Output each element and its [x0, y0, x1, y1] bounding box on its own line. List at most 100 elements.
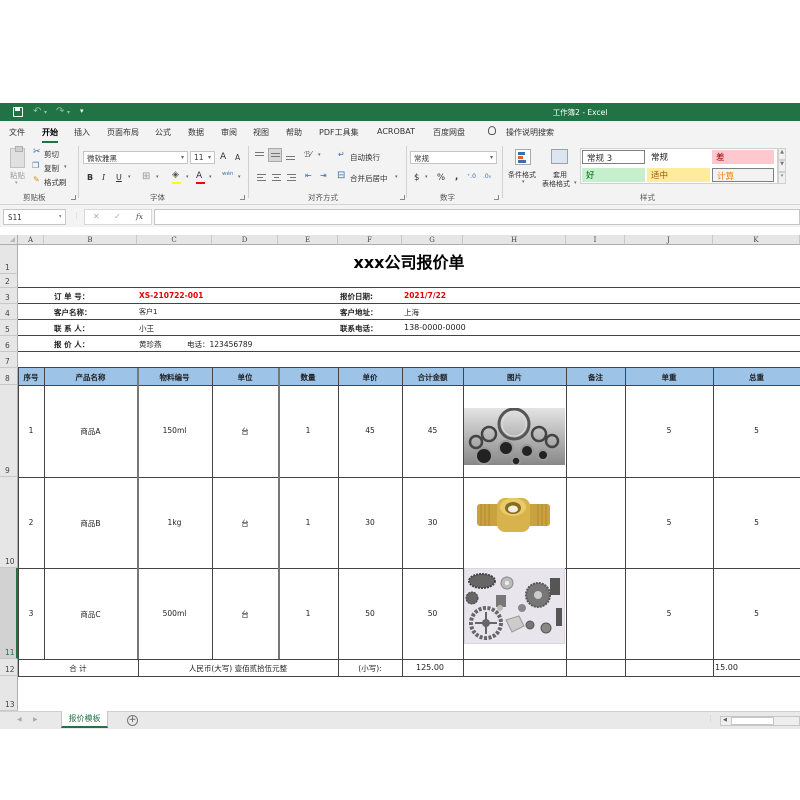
splitter-handle[interactable]: ⋮ [73, 212, 80, 220]
row-header-5[interactable]: 5 [0, 320, 18, 336]
fill-color-dropdown-icon[interactable]: ▾ [186, 174, 189, 180]
row-header-11[interactable]: 11 [0, 568, 18, 659]
column-header-g[interactable]: G [402, 235, 463, 245]
row-header-9[interactable]: 9 [0, 385, 18, 477]
tab-pdf-tools[interactable]: PDF工具集 [319, 127, 359, 138]
table-cell-name[interactable]: 商品B [44, 518, 137, 529]
table-cell-price[interactable]: 30 [338, 518, 402, 527]
tab-formulas[interactable]: 公式 [155, 127, 171, 138]
format-as-table-dropdown-icon[interactable]: ▾ [574, 180, 577, 186]
decrease-indent-icon[interactable]: ⇤ [305, 171, 312, 180]
column-header-b[interactable]: B [44, 235, 137, 245]
row-header-1[interactable]: 1 [0, 245, 18, 274]
cancel-icon[interactable]: ✕ [93, 212, 100, 221]
wrap-text-button[interactable]: 自动换行 [350, 152, 380, 163]
font-launcher-icon[interactable] [240, 195, 245, 200]
copy-button[interactable]: 复制 [44, 163, 59, 174]
paste-icon[interactable] [10, 146, 25, 168]
number-launcher-icon[interactable] [494, 195, 499, 200]
row-header-3[interactable]: 3 [0, 288, 18, 304]
column-header-c[interactable]: C [137, 235, 212, 245]
order-no-value[interactable]: XS-210722-001 [139, 291, 203, 300]
column-header-f[interactable]: F [338, 235, 402, 245]
total-weight[interactable]: 15.00 [715, 663, 738, 672]
scrollbar-thumb[interactable] [731, 717, 774, 725]
style-neutral[interactable]: 适中 [647, 168, 710, 182]
format-painter-button[interactable]: 格式刷 [44, 177, 67, 188]
align-center-button[interactable] [272, 173, 282, 183]
row-header-2[interactable]: 2 [0, 274, 18, 288]
table-cell-unit-weight[interactable]: 5 [625, 609, 713, 618]
table-cell-unit[interactable]: 台 [212, 518, 278, 529]
row-header-10[interactable]: 10 [0, 477, 18, 568]
currency-dropdown-icon[interactable]: ▾ [425, 174, 428, 180]
format-as-table-button[interactable]: 表格格式 [542, 179, 570, 189]
borders-icon[interactable]: ⊞ [142, 171, 150, 182]
alignment-launcher-icon[interactable] [400, 195, 405, 200]
font-color-icon[interactable]: A [196, 171, 202, 181]
address-value[interactable]: 上海 [404, 307, 419, 318]
decrease-decimal-button[interactable]: .0₀ [483, 173, 491, 180]
contact-value[interactable]: 小王 [139, 323, 154, 334]
tab-home[interactable]: 开始 [42, 127, 58, 143]
sheet-title[interactable]: xxx公司报价单 [18, 249, 800, 273]
column-header-d[interactable]: D [212, 235, 278, 245]
column-header-a[interactable]: A [18, 235, 44, 245]
gallery-scroll-down[interactable]: ▼ [778, 160, 786, 172]
tab-view[interactable]: 视图 [253, 127, 269, 138]
orientation-dropdown-icon[interactable]: ▾ [318, 152, 321, 158]
tab-insert[interactable]: 插入 [74, 127, 90, 138]
table-cell-amount[interactable]: 30 [402, 518, 463, 527]
column-header-j[interactable]: J [625, 235, 713, 245]
enter-icon[interactable]: ✓ [114, 212, 121, 221]
tab-splitter-handle[interactable]: ⋮ [707, 715, 714, 723]
quoter-value[interactable]: 黄珍燕 [139, 339, 162, 350]
table-cell-qty[interactable]: 1 [278, 426, 338, 435]
customer-value[interactable]: 客户1 [139, 307, 157, 317]
phonetic-dropdown-icon[interactable]: ▾ [238, 174, 241, 180]
table-cell-code[interactable]: 500ml [137, 609, 212, 618]
comma-button[interactable]: , [455, 172, 458, 182]
style-normal[interactable]: 常规 [647, 150, 710, 164]
tab-help[interactable]: 帮助 [286, 127, 302, 138]
total-amount[interactable]: 125.00 [416, 663, 444, 672]
tab-review[interactable]: 审阅 [221, 127, 237, 138]
table-cell-name[interactable]: 商品A [44, 426, 137, 437]
table-cell-no[interactable]: 2 [18, 518, 44, 527]
date-value[interactable]: 2021/7/22 [404, 291, 446, 300]
name-box[interactable]: S11 ▾ [3, 209, 66, 225]
tab-acrobat[interactable]: ACROBAT [377, 127, 415, 136]
scroll-left-icon[interactable]: ◀ [723, 717, 727, 723]
style-calculation[interactable]: 计算 [712, 168, 774, 182]
total-uppercase[interactable]: 人民币(大写) 壹佰贰拾伍元整 [138, 663, 338, 674]
table-cell-amount[interactable]: 50 [402, 609, 463, 618]
add-sheet-button[interactable]: + [127, 715, 138, 726]
fill-color-icon[interactable]: ◈ [172, 170, 179, 180]
table-cell-unit[interactable]: 台 [212, 609, 278, 620]
style-normal-3[interactable]: 常规 3 [582, 150, 645, 164]
row-header-8[interactable]: 8 [0, 368, 18, 385]
select-all-button[interactable] [0, 235, 18, 245]
align-middle-button[interactable] [268, 148, 282, 162]
column-header-k[interactable]: K [713, 235, 800, 245]
bold-button[interactable]: B [87, 173, 93, 182]
font-name-select[interactable]: 微软雅黑 ▾ [83, 151, 188, 164]
orientation-icon[interactable]: ℬ⁄ [304, 150, 312, 159]
align-top-button[interactable] [255, 151, 265, 161]
next-sheet-icon[interactable]: ▶ [33, 716, 38, 723]
table-cell-code[interactable]: 1kg [137, 518, 212, 527]
table-cell-no[interactable]: 1 [18, 426, 44, 435]
bearings-image[interactable] [464, 408, 565, 465]
borders-dropdown-icon[interactable]: ▾ [156, 174, 159, 180]
align-right-button[interactable] [287, 173, 297, 183]
column-header-i[interactable]: I [566, 235, 625, 245]
tab-data[interactable]: 数据 [188, 127, 204, 138]
merge-dropdown-icon[interactable]: ▾ [395, 174, 398, 180]
brass-fitting-image[interactable] [477, 492, 550, 542]
phonetic-icon[interactable]: wén [222, 171, 233, 177]
table-cell-qty[interactable]: 1 [278, 518, 338, 527]
font-color-dropdown-icon[interactable]: ▾ [209, 174, 212, 180]
row-header-13[interactable]: 13 [0, 676, 18, 711]
table-cell-total-weight[interactable]: 5 [713, 426, 800, 435]
table-cell-total-weight[interactable]: 5 [713, 609, 800, 618]
